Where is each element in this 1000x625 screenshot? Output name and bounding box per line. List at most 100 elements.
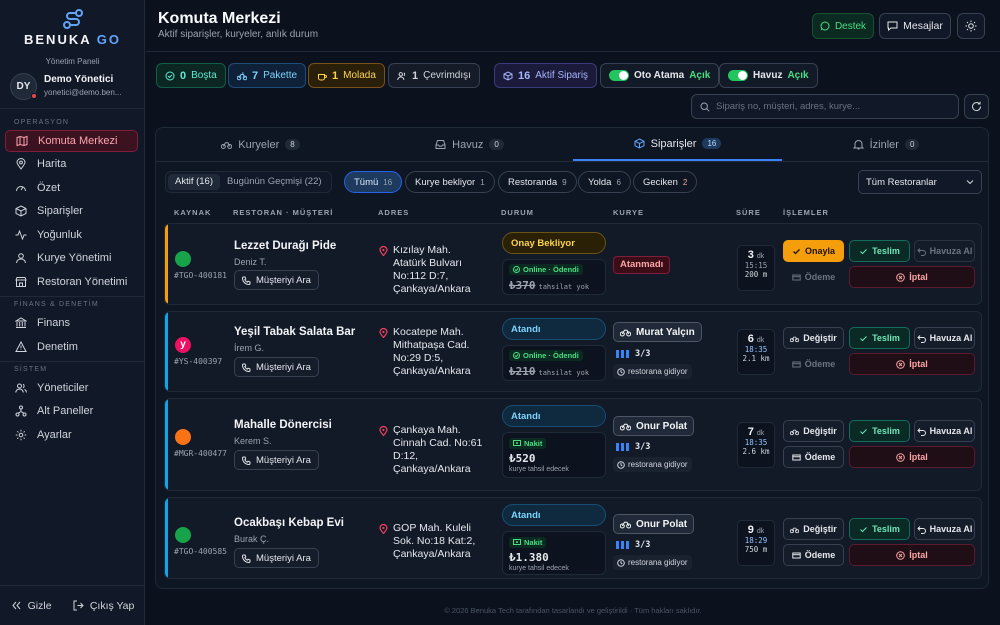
card-icon <box>792 274 801 280</box>
filter-late[interactable]: Geciken 2 <box>633 171 698 193</box>
sidebar-item-map[interactable]: Harita <box>5 153 138 175</box>
sidebar-item-couriers[interactable]: Kurye Yönetimi <box>5 247 138 269</box>
courier-name: Onur Polat <box>636 420 688 432</box>
courier-state-label: restorana gidiyor <box>628 367 688 376</box>
order-id: #TGO-400181 <box>174 271 227 280</box>
filter-waiting-courier[interactable]: Kurye bekliyor 1 <box>405 171 495 193</box>
sidebar-item-command-center[interactable]: Komuta Merkezi <box>5 130 138 152</box>
address-text: Çankaya Mah. Cinnah Cad. No:61 D:12, Çan… <box>393 424 483 475</box>
courier-badge[interactable]: Onur Polat <box>613 416 695 436</box>
segment-active[interactable]: Aktif (16) <box>168 174 221 190</box>
stat-offline[interactable]: 1 Çevrimdışı <box>388 63 480 88</box>
payment-button[interactable]: Ödeme <box>783 544 844 566</box>
check-icon <box>860 526 867 532</box>
deliver-button[interactable]: Teslim <box>849 518 910 540</box>
stat-active-orders[interactable]: 16 Aktif Sipariş <box>494 63 598 88</box>
sidebar-item-subpanels[interactable]: Alt Paneller <box>5 400 138 422</box>
bike-icon <box>620 423 631 431</box>
messages-button[interactable]: Mesajlar <box>879 13 951 39</box>
tab-pool[interactable]: Havuz 0 <box>365 128 574 161</box>
stat-in-package[interactable]: 7 Pakette <box>228 63 307 88</box>
sidebar-item-restaurants[interactable]: Restoran Yönetimi <box>5 271 138 293</box>
order-amount: ₺1.380 <box>509 551 599 564</box>
payment-button[interactable]: Ödeme <box>783 446 844 468</box>
route-logo-icon <box>62 9 83 29</box>
restaurant-select[interactable]: Tüm Restoranlar <box>858 170 982 194</box>
courier-state: restorana gidiyor <box>613 457 692 472</box>
call-customer-button[interactable]: Müşteriyi Ara <box>234 548 319 568</box>
tab-leaves[interactable]: İzinler 0 <box>782 128 988 161</box>
support-button[interactable]: Destek <box>812 13 874 39</box>
deliver-button[interactable]: Teslim <box>849 420 910 442</box>
auto-assign-toggle[interactable]: Oto Atama Açık <box>600 63 720 88</box>
filter-all[interactable]: Tümü 16 <box>344 171 403 193</box>
refresh-button[interactable] <box>964 94 989 119</box>
sidebar-item-orders[interactable]: Siparişler <box>5 200 138 222</box>
call-customer-button[interactable]: Müşteriyi Ara <box>234 270 319 290</box>
sidebar-item-density[interactable]: Yoğunluk <box>5 224 138 246</box>
customer-name: Burak Ç. <box>234 534 270 544</box>
stat-idle[interactable]: 0 Boşta <box>156 63 226 88</box>
stat-break[interactable]: 1 Molada <box>308 63 385 88</box>
eta-clock: 15:15 <box>744 261 768 270</box>
table-row[interactable]: #MGR-400477 Mahalle Dönercisi Kerem S. M… <box>164 398 982 491</box>
table-row[interactable]: #TGO-400585 Ocakbaşı Kebap Evi Burak Ç. … <box>164 497 982 579</box>
logout-icon <box>73 600 84 611</box>
sidebar-item-settings[interactable]: Ayarlar <box>5 424 138 446</box>
payment-badge-label: Online · Ödendi <box>523 351 579 360</box>
courier-badge[interactable]: Onur Polat <box>613 514 695 534</box>
segment-history[interactable]: Bugünün Geçmişi (22) <box>220 174 329 190</box>
toggle-label: Oto Atama <box>634 70 685 81</box>
search-input[interactable] <box>716 101 946 112</box>
change-courier-button[interactable]: Değiştir <box>783 327 844 349</box>
table-row[interactable]: #TGO-400181 Lezzet Durağı Pide Deniz T. … <box>164 223 982 305</box>
column-header: DURUM <box>501 208 534 217</box>
whatsapp-icon <box>820 21 830 31</box>
hide-sidebar-button[interactable]: Gizle <box>11 600 52 612</box>
logout-button[interactable]: Çıkış Yap <box>73 599 135 612</box>
change-courier-button[interactable]: Değiştir <box>783 420 844 442</box>
cancel-button[interactable]: İptal <box>849 266 975 288</box>
sidebar-item-audit[interactable]: Denetim <box>5 336 138 358</box>
toggle-switch[interactable] <box>728 70 748 81</box>
deliver-button[interactable]: Teslim <box>849 240 910 262</box>
duration-unit: dk <box>756 253 765 260</box>
move-to-pool-button[interactable]: Havuza Al <box>914 240 975 262</box>
payment-button[interactable]: Ödeme <box>783 266 844 288</box>
table-row[interactable]: y #YS-400397 Yeşil Tabak Salata Bar İrem… <box>164 311 982 392</box>
bike-icon <box>790 429 800 435</box>
user-card[interactable]: DY Demo Yönetici yonetici@demo.ben... <box>10 73 140 103</box>
column-header: KURYE <box>613 208 644 217</box>
move-to-pool-button[interactable]: Havuza Al <box>914 518 975 540</box>
filter-at-restaurant[interactable]: Restoranda 9 <box>498 171 577 193</box>
change-courier-button[interactable]: Değiştir <box>783 518 844 540</box>
approve-button[interactable]: Onayla <box>783 240 844 262</box>
sidebar-item-finance[interactable]: Finans <box>5 312 138 334</box>
search-box[interactable] <box>691 94 959 119</box>
payment-button[interactable]: Ödeme <box>783 353 844 375</box>
cancel-button[interactable]: İptal <box>849 446 975 468</box>
amount-value: ₺1.380 <box>509 551 549 564</box>
duration-minutes: 3 <box>747 249 754 261</box>
box-icon <box>634 138 645 149</box>
move-to-pool-button[interactable]: Havuza Al <box>914 420 975 442</box>
pool-toggle[interactable]: Havuz Açık <box>719 63 818 88</box>
sidebar-item-summary[interactable]: Özet <box>5 177 138 199</box>
tab-couriers[interactable]: Kuryeler 8 <box>156 128 365 161</box>
cancel-button[interactable]: İptal <box>849 353 975 375</box>
payment-label: Ödeme <box>804 359 836 369</box>
filter-on-the-way[interactable]: Yolda 6 <box>578 171 631 193</box>
brand-logo[interactable]: BENUKA GO <box>0 8 145 47</box>
sidebar-item-admins[interactable]: Yöneticiler <box>5 377 138 399</box>
toggle-switch[interactable] <box>609 70 629 81</box>
deliver-button[interactable]: Teslim <box>849 327 910 349</box>
move-to-pool-button[interactable]: Havuza Al <box>914 327 975 349</box>
call-customer-button[interactable]: Müşteriyi Ara <box>234 450 319 470</box>
tab-orders[interactable]: Siparişler 16 <box>573 128 782 161</box>
theme-toggle-button[interactable] <box>957 13 985 39</box>
courier-badge[interactable]: Murat Yalçın <box>613 322 702 342</box>
call-customer-button[interactable]: Müşteriyi Ara <box>234 357 319 377</box>
logout-label: Çıkış Yap <box>89 599 135 612</box>
users-icon <box>15 383 27 393</box>
cancel-button[interactable]: İptal <box>849 544 975 566</box>
